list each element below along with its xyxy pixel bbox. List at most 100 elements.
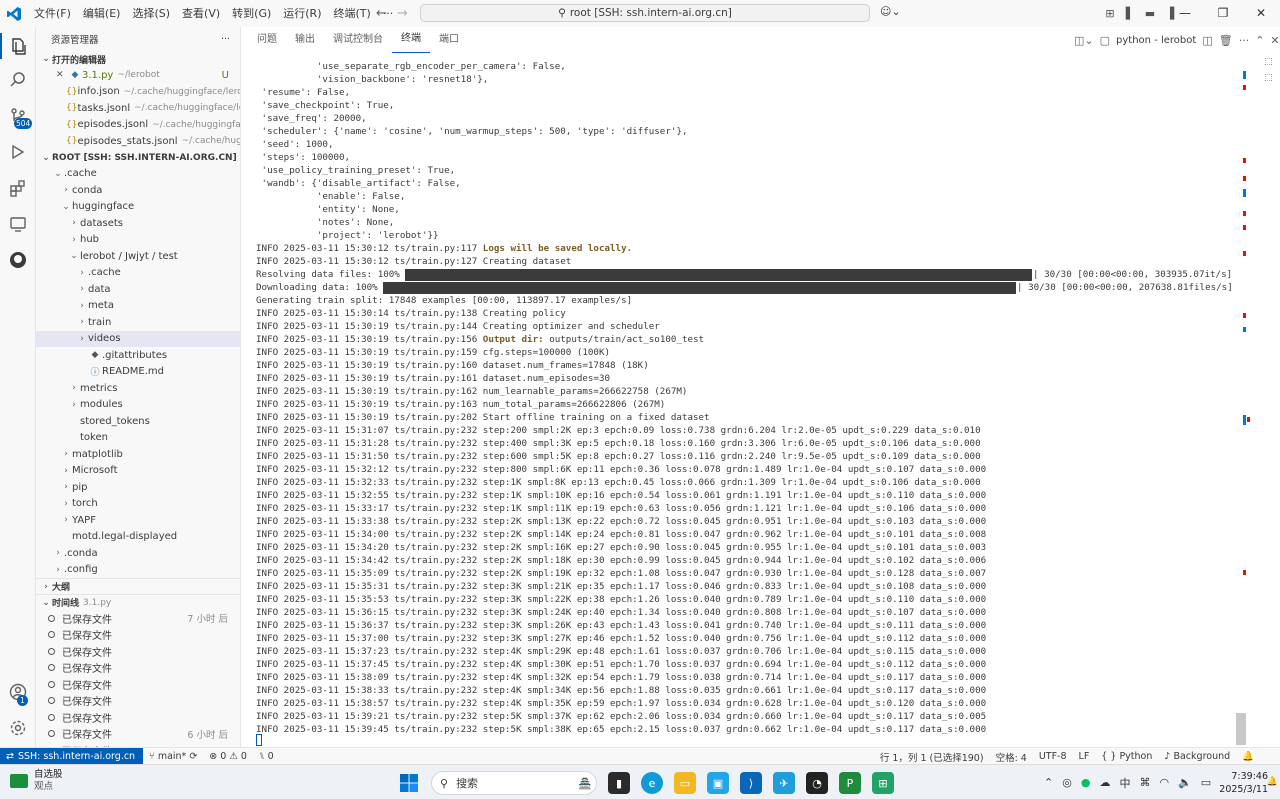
open-editor-item[interactable]: {}episodes.jsonl~/.cache/huggingfac... bbox=[36, 117, 240, 134]
tree-item[interactable]: › data bbox=[36, 281, 240, 298]
remote-explorer-icon[interactable] bbox=[0, 207, 36, 241]
tree-item[interactable]: › train bbox=[36, 314, 240, 331]
menu-item[interactable]: 文件(F) bbox=[28, 0, 77, 27]
timeline-item[interactable]: 已保存文件 bbox=[36, 643, 240, 660]
menu-item[interactable]: 选择(S) bbox=[126, 0, 176, 27]
spreadsheet-icon[interactable]: ⊞ bbox=[872, 772, 894, 794]
tray-app-icon[interactable]: ◎ bbox=[1062, 776, 1072, 789]
tree-item[interactable]: › pip bbox=[36, 479, 240, 496]
more-actions-icon[interactable]: ··· bbox=[221, 34, 230, 45]
tree-item[interactable]: › conda bbox=[36, 182, 240, 199]
terminal-name[interactable]: python - lerobot bbox=[1116, 35, 1196, 46]
bilibili-icon[interactable]: ▣ bbox=[707, 772, 729, 794]
root-folder-section[interactable]: ⌄ ROOT [SSH: SSH.INTERN-AI.ORG.CN] bbox=[36, 150, 240, 166]
tree-item[interactable]: ⌄ huggingface bbox=[36, 199, 240, 216]
forward-arrow-icon[interactable]: → bbox=[397, 6, 408, 21]
ports-indicator[interactable]: ⑊ 0 bbox=[253, 751, 280, 762]
open-editor-item[interactable]: {}tasks.jsonl~/.cache/huggingface/ler... bbox=[36, 100, 240, 117]
input-mode-icon[interactable]: ⌘ bbox=[1139, 776, 1150, 789]
ime-indicator[interactable]: 中 bbox=[1119, 775, 1130, 791]
timeline-item[interactable]: 已保存文件 bbox=[36, 693, 240, 710]
explorer-icon[interactable] bbox=[0, 29, 36, 63]
battery-icon[interactable]: ▭ bbox=[1201, 776, 1211, 789]
menu-item[interactable]: 终端(T) bbox=[328, 0, 377, 27]
notification-bell-icon[interactable]: 🔔 bbox=[1267, 777, 1278, 787]
timeline-item[interactable]: 已保存文件 7 小时 后 bbox=[36, 610, 240, 627]
open-editors-section[interactable]: ⌄ 打开的编辑器 bbox=[36, 51, 240, 67]
tree-item[interactable]: › videos bbox=[36, 330, 240, 347]
tree-item[interactable]: › .config bbox=[36, 562, 240, 579]
command-center[interactable]: ⚲ root [SSH: ssh.intern-ai.org.cn] bbox=[420, 4, 870, 22]
toggle-sidebar-icon[interactable]: ▌ bbox=[1120, 7, 1140, 20]
pycharm-icon[interactable]: P bbox=[839, 772, 861, 794]
more-actions-icon[interactable]: ··· bbox=[1239, 34, 1250, 47]
menu-item[interactable]: 编辑(E) bbox=[77, 0, 127, 27]
menu-item[interactable]: 转到(G) bbox=[226, 0, 277, 27]
terminal-output[interactable]: 'use_separate_rgb_encoder_per_camera': F… bbox=[242, 53, 1240, 747]
terminal-scrollbar[interactable] bbox=[1236, 713, 1246, 745]
panel-tab[interactable]: 调试控制台 bbox=[324, 27, 392, 53]
tree-item[interactable]: › .conda bbox=[36, 545, 240, 562]
tree-item[interactable]: › datasets bbox=[36, 215, 240, 232]
timeline-item[interactable]: 已保存文件 bbox=[36, 660, 240, 677]
open-editor-item[interactable]: ✕ ◆ 3.1.py ~/lerobot U bbox=[36, 67, 240, 84]
background-indicator[interactable]: ♪ Background bbox=[1158, 751, 1236, 762]
timeline-item[interactable]: 已保存文件 bbox=[36, 627, 240, 644]
windows-start-icon[interactable] bbox=[398, 772, 420, 794]
trash-icon[interactable]: 🗑 bbox=[1219, 34, 1233, 47]
stock-widget[interactable]: 自选股 观点 bbox=[10, 769, 63, 793]
timeline-item[interactable]: 已保存文件 bbox=[36, 709, 240, 726]
tree-item[interactable]: ⌄ lerobot / Jwjyt / test bbox=[36, 248, 240, 265]
search-icon[interactable] bbox=[0, 63, 36, 97]
tree-item[interactable]: › torch bbox=[36, 496, 240, 513]
chevron-up-icon[interactable]: ⌃ bbox=[1255, 34, 1264, 47]
tree-item[interactable]: › Microsoft bbox=[36, 463, 240, 480]
wechat-icon[interactable]: ● bbox=[1081, 776, 1091, 789]
tree-item[interactable]: ⌄ .cache bbox=[36, 166, 240, 183]
restore-icon[interactable]: ❐ bbox=[1204, 0, 1242, 27]
open-editor-item[interactable]: {}info.json~/.cache/huggingface/lerob... bbox=[36, 84, 240, 101]
terminal-layout-icon[interactable]: ◫⌄ bbox=[1074, 34, 1094, 47]
panel-tab[interactable]: 终端 bbox=[392, 27, 430, 53]
onedrive-icon[interactable]: ☁ bbox=[1099, 776, 1110, 789]
github-icon[interactable] bbox=[0, 243, 36, 277]
taskbar-clock[interactable]: 7:39:46 2025/3/11 bbox=[1219, 770, 1268, 796]
panel-tab[interactable]: 问题 bbox=[248, 27, 286, 53]
copilot-icon[interactable]: ☺⌄ bbox=[880, 5, 901, 18]
outline-section[interactable]: › 大纲 bbox=[36, 578, 240, 594]
task-view-icon[interactable]: ▮ bbox=[608, 772, 630, 794]
minimize-icon[interactable]: — bbox=[1166, 0, 1204, 27]
tree-item[interactable]: › matplotlib bbox=[36, 446, 240, 463]
toggle-panel-icon[interactable]: ▬ bbox=[1140, 7, 1160, 20]
open-editor-item[interactable]: {}episodes_stats.jsonl~/.cache/huggi... bbox=[36, 133, 240, 150]
timeline-section[interactable]: ⌄ 时间线 3.1.py bbox=[36, 594, 240, 610]
panel-tab[interactable]: 输出 bbox=[286, 27, 324, 53]
wifi-icon[interactable]: ◠ bbox=[1159, 776, 1169, 789]
notifications-icon[interactable]: 🔔 bbox=[1236, 751, 1260, 762]
end-of-line[interactable]: LF bbox=[1073, 751, 1096, 762]
tree-item[interactable]: › meta bbox=[36, 298, 240, 315]
settings-gear-icon[interactable] bbox=[0, 711, 36, 745]
feishu-icon[interactable]: ✈ bbox=[773, 772, 795, 794]
extensions-icon[interactable] bbox=[0, 171, 36, 205]
run-debug-icon[interactable] bbox=[0, 135, 36, 169]
tray-expand-icon[interactable]: ⌃ bbox=[1044, 776, 1053, 789]
tree-item[interactable]: token bbox=[36, 430, 240, 447]
close-icon[interactable]: ✕ bbox=[1242, 0, 1280, 27]
encoding[interactable]: UTF-8 bbox=[1033, 751, 1073, 762]
tree-item[interactable]: › YAPF bbox=[36, 512, 240, 529]
close-panel-icon[interactable]: ✕ bbox=[1270, 34, 1279, 47]
problems-indicator[interactable]: ⊗ 0 ⚠ 0 bbox=[203, 751, 253, 762]
tree-item[interactable]: › .cache bbox=[36, 265, 240, 282]
file-explorer-icon[interactable]: ▭ bbox=[674, 772, 696, 794]
tree-item[interactable]: ⓘ README.md bbox=[36, 364, 240, 381]
indentation[interactable]: 空格: 4 bbox=[990, 750, 1033, 764]
menu-item[interactable]: 查看(V) bbox=[176, 0, 226, 27]
tree-item[interactable]: ◆ .gitattributes bbox=[36, 347, 240, 364]
qq-icon[interactable]: ◔ bbox=[806, 772, 828, 794]
taskbar-search[interactable]: ⚲ 搜索 🏯 bbox=[431, 771, 597, 795]
account-icon[interactable]: 1 bbox=[0, 675, 36, 709]
cursor-position[interactable]: 行 1，列 1 (已选择190) bbox=[874, 750, 990, 764]
python-terminal-icon[interactable]: ⬚ bbox=[1264, 73, 1273, 83]
remote-indicator[interactable]: ⇄ SSH: ssh.intern-ai.org.cn bbox=[0, 747, 144, 765]
